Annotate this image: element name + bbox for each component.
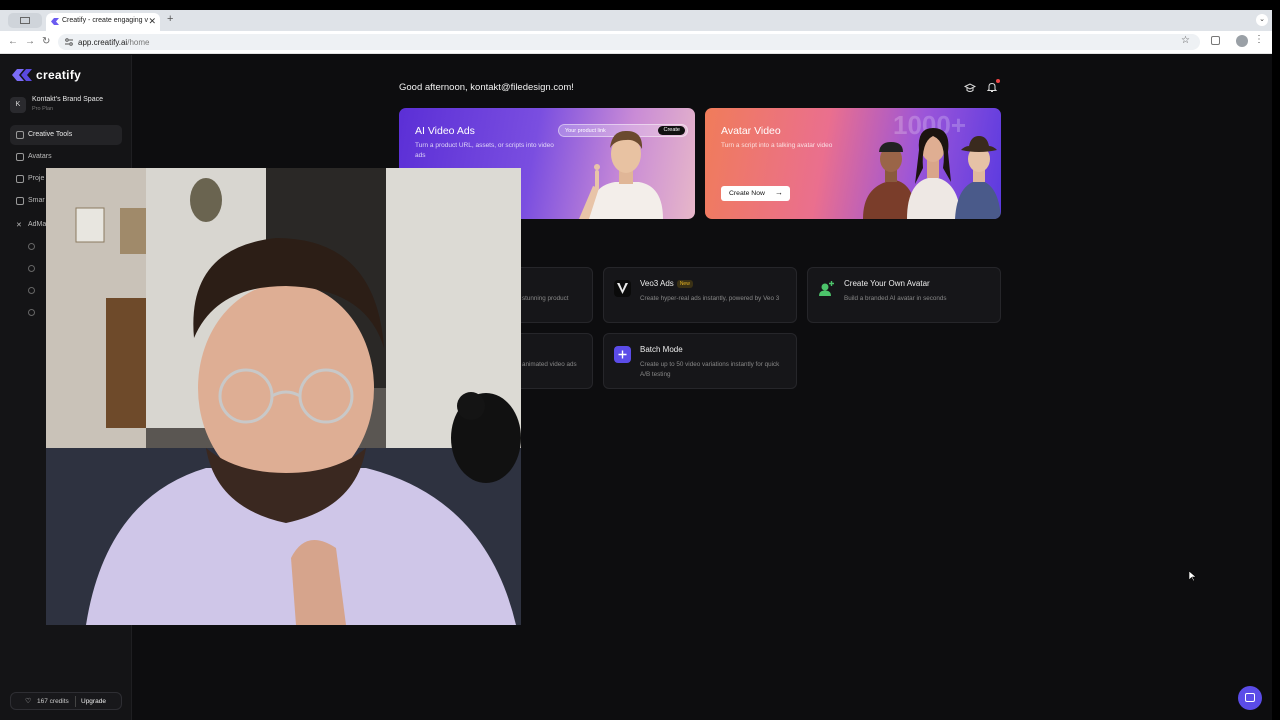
bookmark-star-icon[interactable]: ☆ — [1181, 35, 1190, 46]
create-now-label: Create Now — [729, 190, 765, 197]
subitem-icon — [28, 287, 35, 294]
ai-video-ads-title: AI Video Ads — [415, 125, 475, 137]
cross-tools-icon: ✕ — [16, 222, 22, 229]
new-tab-button[interactable]: + — [167, 13, 173, 25]
sidebar-item-label: Avatars — [28, 153, 52, 160]
brand-plan: Pro Plan — [32, 106, 54, 112]
subitem-icon — [28, 265, 35, 272]
card-desc: animated video ads — [522, 361, 577, 368]
webcam-overlay — [46, 168, 521, 625]
tab-search-button[interactable] — [8, 13, 42, 28]
presenter-illustration — [579, 130, 663, 219]
reload-icon[interactable]: ↻ — [42, 36, 50, 47]
sidebar-item-label: AdMa — [28, 221, 47, 228]
notification-dot — [996, 79, 1000, 83]
feature-card-veo3-ads[interactable]: Veo3 Ads New Create hyper-real ads instan… — [603, 267, 797, 323]
smart-icon — [16, 197, 24, 205]
support-chat-button[interactable] — [1238, 686, 1262, 710]
new-badge: New — [676, 280, 693, 288]
sidebar-item-label: Proje — [28, 175, 45, 182]
subitem-icon — [28, 309, 35, 316]
divider — [75, 696, 76, 707]
avatar-video-desc: Turn a script into a talking avatar vide… — [721, 142, 833, 149]
site-settings-icon[interactable] — [65, 38, 73, 46]
browser-toolbar: ← → ↻ app.creatify.ai/home ☆ ⋮ — [0, 31, 1272, 54]
tab-title: Creatify - create engaging v — [62, 17, 148, 24]
card-desc: Build a branded AI avatar in seconds — [844, 295, 947, 302]
add-avatar-icon — [819, 281, 834, 296]
avatar-video-card[interactable]: 1000+ Avatar Video Turn a script into a … — [705, 108, 1001, 219]
veo3-icon — [614, 280, 631, 297]
folder-icon — [16, 175, 24, 183]
avatars-icon — [16, 153, 24, 161]
card-title: Veo3 Ads New — [640, 279, 693, 288]
tab-strip: Creatify - create engaging v ✕ + ⌄ — [0, 10, 1272, 31]
sidebar-item-label: Creative Tools — [28, 131, 73, 138]
sidebar-item-avatars[interactable]: Avatars — [10, 147, 122, 167]
create-now-button[interactable]: Create Now → — [721, 186, 790, 201]
academy-icon[interactable] — [964, 82, 976, 94]
tab-creatify[interactable]: Creatify - create engaging v ✕ — [46, 13, 160, 31]
url-path: /home — [127, 38, 150, 47]
creatify-favicon-icon — [51, 18, 59, 25]
diamond-icon: ♡ — [25, 698, 32, 705]
greeting-heading: Good afternoon, kontakt@filedesign.com! — [399, 82, 574, 93]
feature-card-batch-mode[interactable]: Batch Mode Create up to 50 video variati… — [603, 333, 797, 389]
sidebar-item-label: Smar — [28, 197, 45, 204]
batch-mode-icon — [614, 346, 631, 363]
browser-menu-icon[interactable]: ⋮ — [1254, 34, 1264, 45]
creative-tools-icon — [16, 131, 24, 139]
card-title: Batch Mode — [640, 345, 683, 354]
card-desc: stunning product — [522, 295, 569, 302]
avatars-group-illustration — [863, 128, 1001, 219]
logo-text: creatify — [36, 68, 82, 82]
close-tab-icon[interactable]: ✕ — [148, 16, 156, 27]
card-title: Create Your Own Avatar — [844, 279, 930, 288]
chat-icon — [1245, 693, 1255, 702]
profile-avatar[interactable] — [1236, 35, 1248, 47]
tab-overview-icon — [20, 17, 30, 24]
credits-bar[interactable]: ♡ 167 credits Upgrade — [10, 692, 122, 710]
subitem-icon — [28, 243, 35, 250]
arrow-right-icon: → — [775, 188, 783, 197]
avatar-video-title: Avatar Video — [721, 125, 781, 137]
credits-count: 167 credits — [37, 698, 69, 705]
address-bar[interactable]: app.creatify.ai/home — [58, 34, 1200, 50]
extensions-icon[interactable] — [1211, 36, 1220, 45]
mouse-cursor-icon — [1189, 571, 1197, 581]
card-desc: Create up to 50 video variations instant… — [640, 361, 780, 378]
webcam-video-frame — [46, 168, 521, 625]
sidebar-item-creative-tools[interactable]: Creative Tools — [10, 125, 122, 145]
back-icon[interactable]: ← — [8, 36, 18, 47]
brand-avatar: K — [10, 97, 26, 113]
upgrade-button[interactable]: Upgrade — [81, 698, 106, 705]
creatify-logo[interactable]: creatify — [12, 67, 81, 83]
feature-card-create-avatar[interactable]: Create Your Own Avatar Build a branded A… — [807, 267, 1001, 323]
card-desc: Create hyper-real ads instantly, powered… — [640, 295, 780, 302]
brand-space-selector[interactable]: K Kontakt's Brand Space Pro Plan — [10, 95, 122, 115]
url-host: app.creatify.ai — [78, 38, 128, 47]
creatify-logo-icon — [12, 69, 32, 81]
tab-menu-button[interactable]: ⌄ — [1256, 14, 1268, 26]
brand-name: Kontakt's Brand Space — [32, 96, 103, 103]
veo3-title: Veo3 Ads — [640, 279, 674, 288]
ai-video-ads-desc: Turn a product URL, assets, or scripts i… — [415, 142, 554, 159]
forward-icon[interactable]: → — [25, 36, 35, 47]
